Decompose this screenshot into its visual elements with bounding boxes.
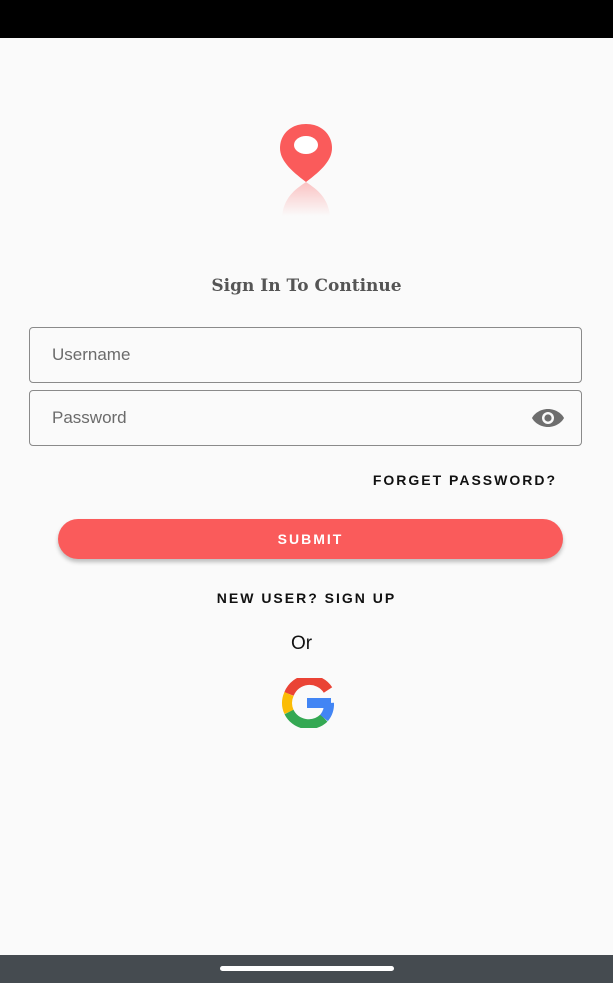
submit-button[interactable]: SUBMIT bbox=[58, 519, 563, 559]
or-separator: Or bbox=[290, 633, 313, 654]
google-icon[interactable] bbox=[276, 678, 338, 728]
username-field[interactable] bbox=[29, 327, 582, 383]
eye-icon[interactable] bbox=[531, 407, 565, 429]
password-field[interactable] bbox=[29, 390, 582, 446]
forget-password-link[interactable]: FORGET PASSWORD? bbox=[373, 472, 557, 488]
navigation-bar bbox=[0, 955, 613, 983]
home-indicator[interactable] bbox=[220, 966, 394, 971]
location-pin-icon bbox=[280, 124, 332, 216]
page-title: Sign In To Continue bbox=[211, 276, 402, 296]
status-bar bbox=[0, 0, 613, 38]
username-input[interactable] bbox=[52, 328, 522, 382]
signup-link[interactable]: NEW USER? SIGN UP bbox=[217, 590, 396, 606]
password-input[interactable] bbox=[52, 391, 522, 445]
signup-row: NEW USER? SIGN UP bbox=[0, 590, 613, 606]
